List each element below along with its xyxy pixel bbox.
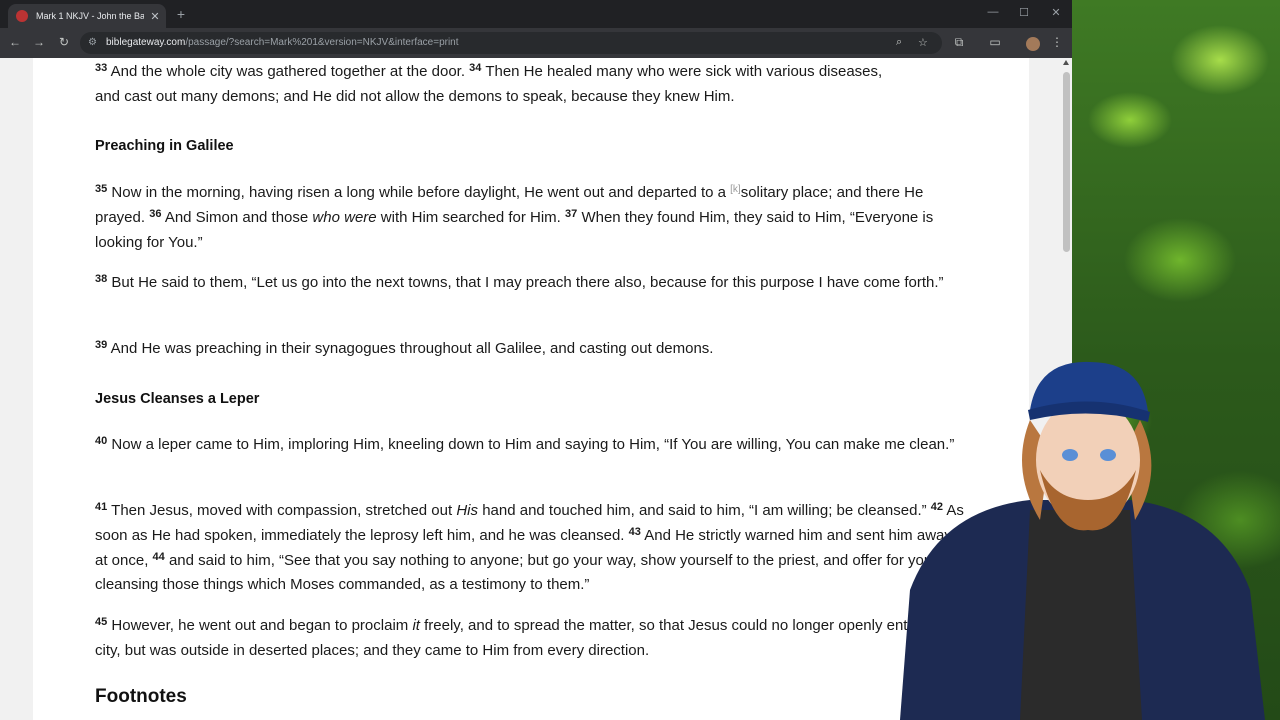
footnotes-heading: Footnotes	[95, 686, 187, 707]
menu-icon[interactable]: ⋮	[1049, 35, 1065, 49]
profile-avatar[interactable]	[1026, 37, 1040, 51]
zoom-icon[interactable]: ⌕	[896, 36, 902, 49]
verse-33-34: 33 And the whole city was gathered toget…	[95, 62, 883, 105]
verse-number: 35	[95, 183, 108, 195]
url-host: biblegateway.com	[106, 37, 186, 48]
tab-title: Mark 1 NKJV - John the Baptist	[36, 11, 144, 21]
streamer-avatar	[900, 361, 1265, 720]
avatar-shirt	[1020, 510, 1142, 720]
avatar-eye-right	[1100, 449, 1116, 461]
address-bar[interactable]: ⚙ biblegateway.com/passage/?search=Mark%…	[80, 32, 942, 54]
url-path: /passage/?search=Mark%201&version=NKJV&i…	[185, 37, 459, 48]
verse-number: 36	[149, 207, 162, 220]
verse-number: 43	[628, 525, 641, 538]
section-heading: Preaching in Galilee	[95, 138, 234, 154]
new-tab-button[interactable]: +	[174, 6, 188, 22]
verse-number: 45	[95, 616, 108, 628]
verse-number: 40	[95, 435, 108, 447]
scroll-up-icon[interactable]	[1063, 60, 1069, 65]
back-icon[interactable]: ←	[7, 35, 23, 49]
maximize-icon[interactable]: ☐	[1016, 6, 1032, 19]
favicon-icon	[16, 10, 28, 22]
verse-39: 39 And He was preaching in their synagog…	[95, 339, 714, 358]
extensions-icon[interactable]: ⧉	[951, 35, 967, 50]
tab-strip: Mark 1 NKJV - John the Baptist ✕ + — ☐ ✕	[0, 0, 1072, 28]
verse-38: 38 But He said to them, “Let us go into …	[95, 273, 944, 292]
verse-number: 33	[95, 62, 108, 74]
avatar-eye-left	[1062, 449, 1078, 461]
section-heading: Jesus Cleanses a Leper	[95, 391, 260, 407]
star-icon[interactable]: ☆	[918, 36, 928, 49]
minimize-icon[interactable]: —	[985, 6, 1001, 18]
verse-41-44: 41 Then Jesus, moved with compassion, st…	[95, 501, 964, 594]
close-icon[interactable]: ✕	[1048, 6, 1064, 19]
forward-icon[interactable]: →	[31, 35, 47, 49]
tab-close-icon[interactable]: ✕	[148, 10, 162, 23]
footnote-link[interactable]: [k]	[730, 184, 741, 195]
verse-35-37: 35 Now in the morning, having risen a lo…	[95, 183, 934, 251]
tab-mark-1[interactable]: Mark 1 NKJV - John the Baptist ✕	[8, 4, 166, 28]
verse-45: 45 However, he went out and began to pro…	[95, 616, 946, 659]
verse-number: 37	[565, 207, 578, 220]
verse-number: 38	[95, 273, 108, 285]
verse-number: 39	[95, 339, 108, 351]
verse-number: 44	[152, 550, 165, 563]
scroll-thumb[interactable]	[1063, 72, 1070, 252]
verse-number: 34	[469, 62, 482, 74]
verse-number: 41	[95, 501, 108, 513]
side-panel-icon[interactable]: ▭	[987, 35, 1003, 49]
verse-40: 40 Now a leper came to Him, imploring Hi…	[95, 435, 955, 454]
site-info-icon[interactable]: ⚙	[88, 37, 97, 48]
browser-toolbar: ← → ↻ ⚙ biblegateway.com/passage/?search…	[0, 28, 1072, 58]
reload-icon[interactable]: ↻	[56, 35, 72, 49]
url-text[interactable]: biblegateway.com/passage/?search=Mark%20…	[106, 37, 459, 48]
